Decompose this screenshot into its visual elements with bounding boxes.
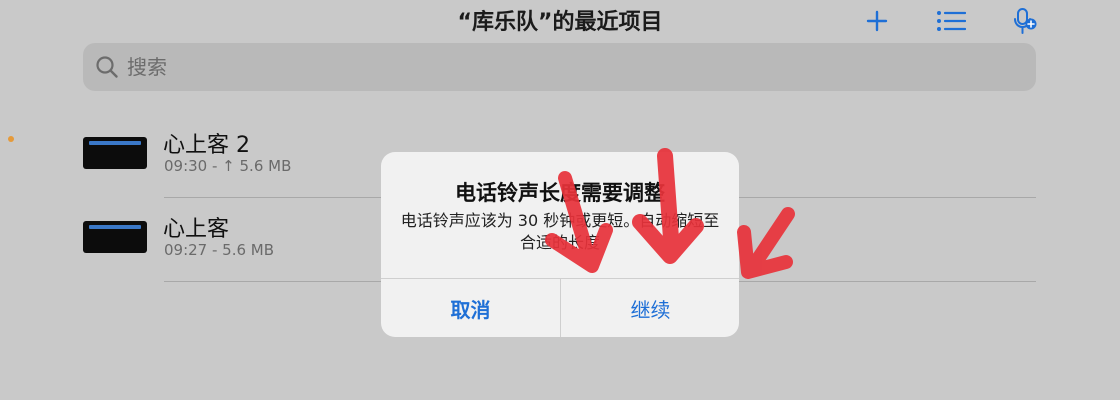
search-input[interactable] bbox=[125, 54, 729, 80]
project-meta: 09:27 - 5.6 MB bbox=[164, 241, 275, 259]
project-thumbnail bbox=[83, 221, 147, 253]
project-name: 心上客 bbox=[163, 217, 230, 242]
project-name: 心上客 2 bbox=[163, 133, 250, 158]
list-icon[interactable] bbox=[936, 6, 966, 36]
toolbar bbox=[862, 6, 1040, 36]
continue-button[interactable]: 继续 bbox=[561, 279, 739, 337]
alert-dialog: 电话铃声长度需要调整 电话铃声应该为 30 秒钟或更短。自动缩短至合适的长度 取… bbox=[381, 152, 739, 337]
alert-title: 电话铃声长度需要调整 bbox=[455, 181, 665, 205]
plus-icon[interactable] bbox=[862, 6, 892, 36]
mic-add-icon[interactable] bbox=[1010, 6, 1040, 36]
project-thumbnail bbox=[83, 137, 147, 169]
project-meta: 09:30 - ↑ 5.6 MB bbox=[164, 157, 292, 175]
search-bar[interactable] bbox=[83, 43, 1036, 91]
search-icon bbox=[93, 53, 121, 81]
alert-message: 电话铃声应该为 30 秒钟或更短。自动缩短至合适的长度 bbox=[400, 211, 720, 252]
cancel-button[interactable]: 取消 bbox=[381, 279, 560, 337]
new-indicator-dot bbox=[8, 136, 14, 142]
